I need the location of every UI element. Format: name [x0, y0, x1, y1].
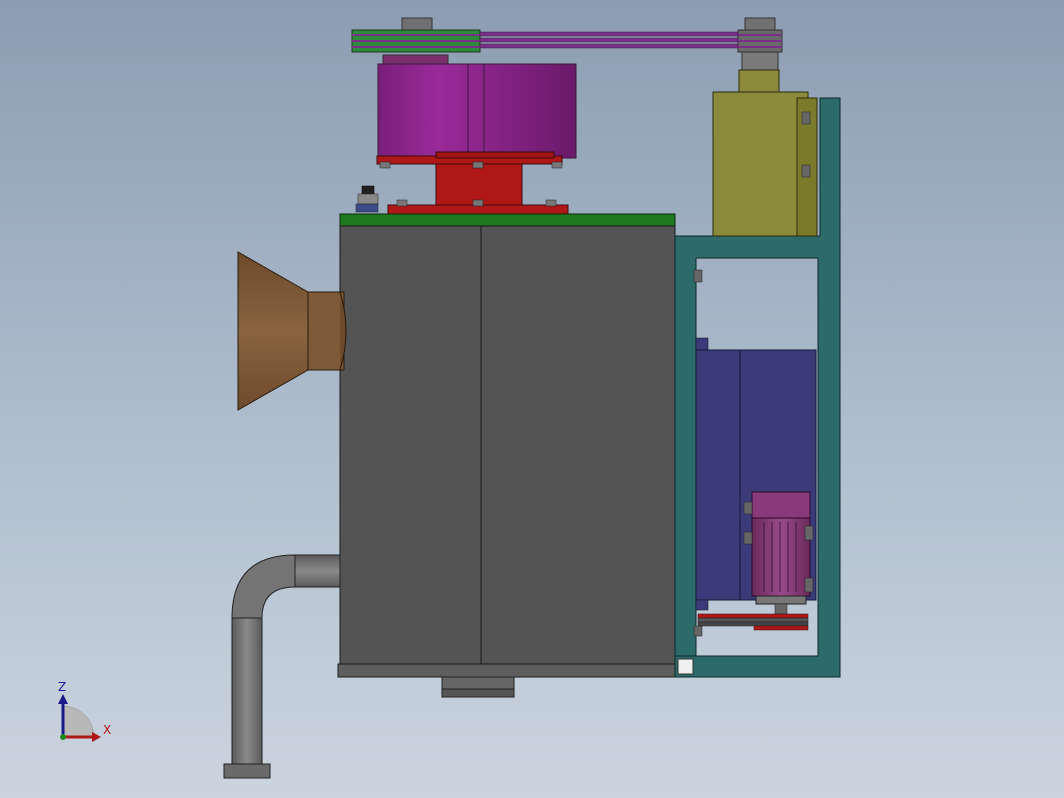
inlet-hopper[interactable]	[237, 251, 347, 411]
main-housing[interactable]	[337, 225, 676, 678]
bottom-flange[interactable]	[441, 676, 515, 698]
lower-belt-pulley[interactable]	[697, 613, 809, 631]
small-motor[interactable]	[743, 491, 814, 615]
z-axis-label: Z	[58, 680, 66, 694]
gearbox-motor[interactable]	[377, 54, 577, 159]
outlet-pipe[interactable]	[223, 554, 341, 779]
belt[interactable]	[479, 31, 739, 49]
top-sensor[interactable]	[355, 185, 379, 213]
motor-mount-base[interactable]	[376, 151, 569, 216]
z-axis-arrow	[58, 694, 68, 704]
origin-dot	[60, 734, 66, 740]
top-plate[interactable]	[339, 213, 676, 227]
coordinate-triad: Z X	[58, 680, 111, 742]
x-axis-arrow	[92, 732, 101, 742]
cad-viewport[interactable]: Z X	[0, 0, 1064, 798]
bearing-housing[interactable]	[712, 69, 818, 237]
x-axis-label: X	[103, 723, 111, 737]
